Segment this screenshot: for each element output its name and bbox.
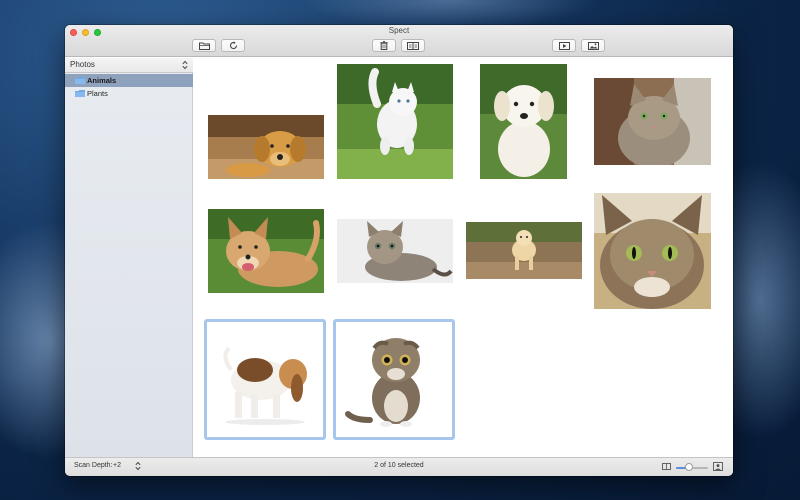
status-bar: Scan Depth: +2 2 of 10 selected	[65, 457, 733, 476]
chevron-updown-icon	[182, 60, 188, 70]
image-view-icon	[587, 41, 599, 50]
photo-thumbnail[interactable]	[211, 326, 319, 433]
zoom-out-icon[interactable]	[662, 463, 671, 470]
sidebar-item-animals[interactable]: Animals	[65, 74, 193, 87]
selected-photo-frame[interactable]	[333, 319, 455, 440]
selected-photo-frame[interactable]	[204, 319, 326, 440]
window-title: Spect	[388, 26, 410, 35]
photo-grid	[194, 58, 733, 457]
photo-thumbnail[interactable]	[337, 64, 453, 179]
photo-thumbnail[interactable]	[466, 222, 582, 279]
photo-thumbnail[interactable]	[208, 209, 324, 293]
photo-thumbnail[interactable]	[594, 193, 711, 309]
selection-status: 2 of 10 selected	[374, 462, 424, 469]
source-selector[interactable]: Photos	[65, 58, 193, 73]
photo-thumbnail[interactable]	[594, 78, 711, 165]
sidebar-item-label: Plants	[87, 89, 108, 98]
sidebar: Photos Animals Plants	[65, 58, 193, 457]
trash-icon	[380, 41, 388, 50]
play-icon	[558, 41, 570, 50]
compare-button[interactable]	[401, 39, 425, 52]
sidebar-item-label: Animals	[87, 76, 117, 85]
refresh-button[interactable]	[221, 39, 245, 52]
photo-thumbnail[interactable]	[337, 219, 453, 283]
delete-button[interactable]	[372, 39, 396, 52]
open-folder-button[interactable]	[192, 39, 216, 52]
photo-thumbnail[interactable]	[208, 115, 324, 179]
photo-thumbnail[interactable]	[480, 64, 567, 179]
folder-icon	[75, 77, 85, 84]
source-selector-label: Photos	[70, 60, 95, 69]
compare-icon	[407, 41, 419, 50]
title-bar: Spect	[65, 25, 733, 57]
zoom-slider-thumb[interactable]	[684, 463, 693, 471]
folder-icon	[75, 90, 85, 97]
zoom-in-icon[interactable]	[713, 462, 723, 471]
refresh-icon	[229, 41, 237, 50]
photo-thumbnail[interactable]	[340, 326, 448, 433]
app-window: Spect Photos Animals Plants Scan Depth: …	[65, 25, 733, 476]
slideshow-button[interactable]	[552, 39, 576, 52]
folder-icon	[198, 42, 210, 50]
sidebar-item-plants[interactable]: Plants	[65, 87, 193, 100]
image-view-button[interactable]	[581, 39, 605, 52]
